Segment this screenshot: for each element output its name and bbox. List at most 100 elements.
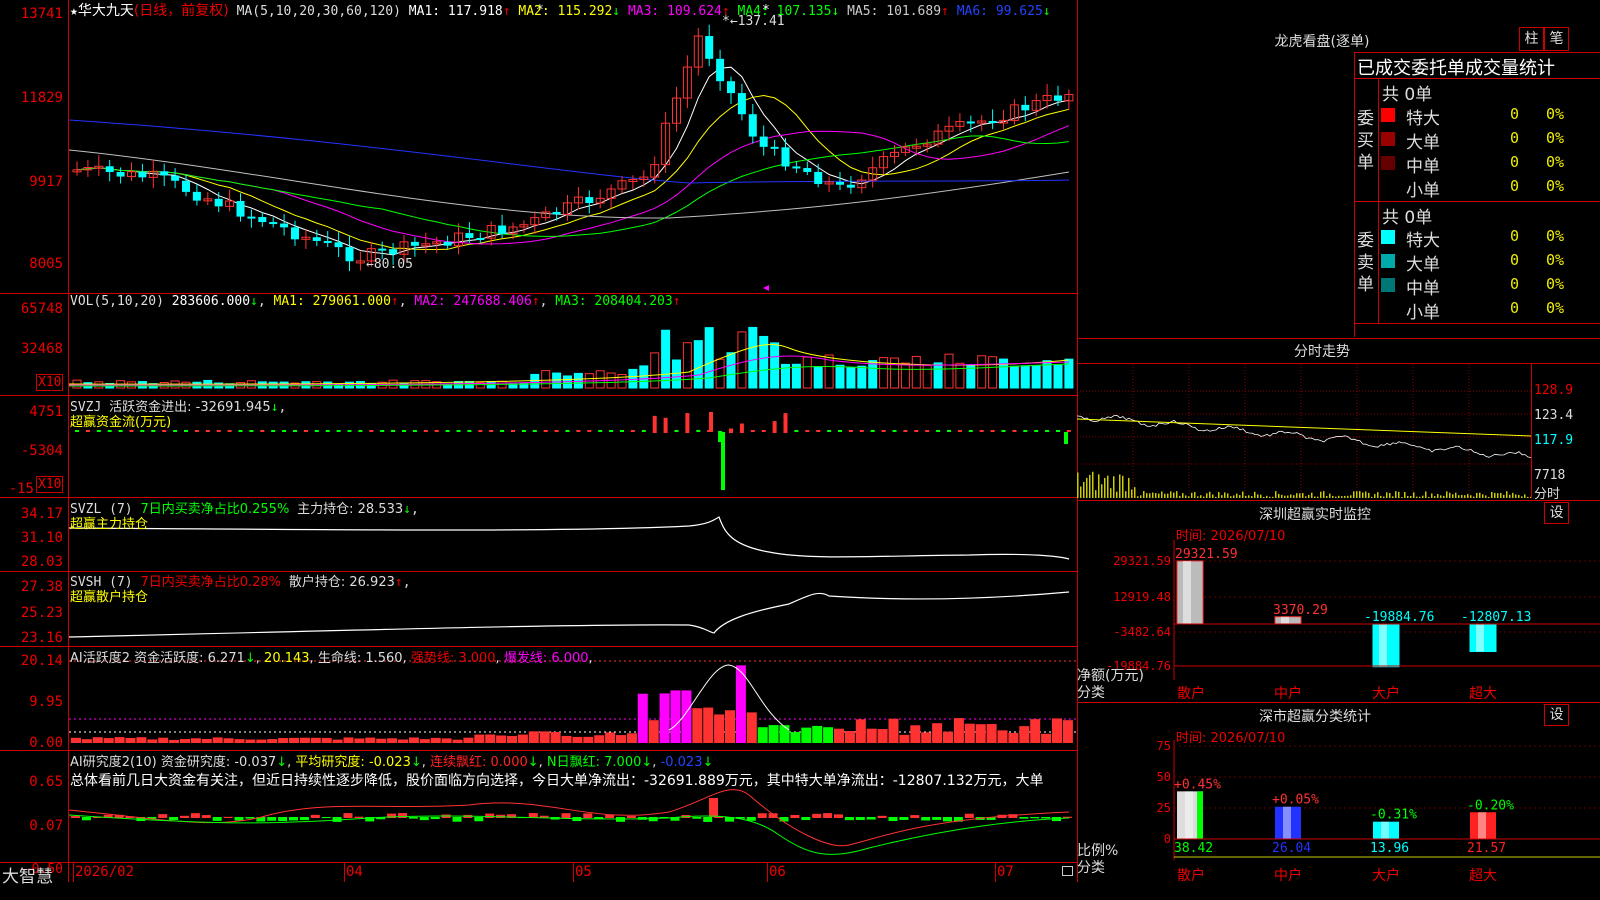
bar-view-button[interactable]: 柱 [1519, 27, 1544, 51]
x10-badge[interactable]: X10 [36, 374, 64, 391]
intraday-vol [1491, 491, 1493, 498]
classify-value: 26.04 [1272, 841, 1311, 856]
flow-bar [990, 430, 995, 432]
research-bar [964, 813, 974, 818]
intraday-vol [1464, 495, 1466, 498]
activity-bar [299, 737, 310, 743]
volume-bar [1009, 365, 1019, 389]
volume-bar [541, 370, 551, 389]
date-label: 2026/02 [75, 864, 135, 880]
classify-settings-button[interactable]: 设 [1544, 704, 1569, 726]
ma-line [76, 94, 1070, 250]
activity-bar [81, 739, 92, 743]
classify-delta: +0.45% [1174, 777, 1221, 792]
activity-bar [158, 737, 169, 743]
flow-bar [947, 430, 951, 432]
tick-view-button[interactable]: 笔 [1544, 27, 1569, 51]
classify-bar-accent [1197, 791, 1203, 839]
lock-icon[interactable] [1062, 866, 1073, 876]
candle-body [280, 223, 289, 228]
volume-bar [770, 342, 780, 389]
intraday-vol [1392, 496, 1394, 498]
ma-item: MA4: 107.135↓ [737, 4, 840, 19]
intraday-vol [1122, 475, 1124, 498]
intraday-vol [1440, 495, 1442, 498]
intraday-vol [1257, 494, 1259, 498]
intraday-vol [1182, 493, 1184, 498]
svzj-subtitle: 超赢资金流(万元) [70, 415, 172, 430]
classify-axis-label: 50 [1157, 770, 1171, 784]
monitor-bar-group: 3370.29 [1273, 603, 1328, 625]
monitor-settings-button[interactable]: 设 [1544, 502, 1569, 524]
research-bar [616, 817, 625, 822]
research-bar [921, 817, 931, 821]
kline-chart-area[interactable] [69, 0, 1077, 862]
intraday-vol [1206, 493, 1208, 498]
intraday-vol [1107, 475, 1109, 498]
intraday-vol [1167, 493, 1169, 498]
sell-row-label: 中单 [1406, 279, 1440, 299]
stock-name[interactable]: 华大九天 [78, 3, 134, 19]
intraday-vol [1080, 486, 1082, 498]
intraday-vol [1326, 496, 1328, 498]
intraday-vol [1515, 494, 1517, 498]
flow-bar [685, 413, 690, 433]
flow-bar [838, 430, 842, 432]
activity-bar [452, 739, 463, 743]
candle-body [236, 200, 245, 217]
ai1-header: AI活跃度2 资金活跃度: 6.271↓, 20.143, 生命线: 1.560… [70, 651, 593, 666]
lhb-tabs[interactable]: 已成交委托单成交量统计 [1357, 54, 1555, 80]
intraday-vol [1353, 491, 1355, 498]
intraday-vol [1200, 495, 1202, 498]
intraday-vol [1242, 491, 1244, 498]
fenshi-axis: 117.9 [1534, 433, 1574, 448]
activity-bar [605, 732, 616, 743]
flow-bar [75, 430, 79, 432]
intraday-vol [1335, 496, 1337, 498]
period-mode[interactable]: (日线，前复权) [134, 3, 229, 19]
activity-bar [910, 725, 921, 743]
research-bar [943, 817, 952, 822]
ma-item: MA5: 101.689↑ [847, 4, 949, 19]
intraday-avg [1077, 418, 1532, 437]
intraday-vol [1101, 484, 1103, 498]
classify-axis-label: 25 [1157, 801, 1171, 815]
fenshi-axis: 7718 [1534, 468, 1566, 483]
intraday-vol [1083, 481, 1085, 498]
svsh-axis-label: 25.23 [20, 605, 63, 621]
intraday-vol [1224, 492, 1226, 498]
flow-bar [445, 430, 450, 432]
intraday-vol [1350, 495, 1352, 498]
research-bar [180, 815, 189, 818]
activity-bar [921, 732, 932, 743]
intraday-vol [1488, 496, 1490, 498]
activity-bar [507, 735, 517, 743]
intraday-vol [1341, 496, 1343, 498]
intraday-vol [1521, 496, 1523, 498]
ma-item: MA6: 99.625↓ [956, 4, 1051, 19]
svsh-line [69, 591, 1070, 638]
activity-bar [376, 738, 387, 743]
intraday-vol [1185, 495, 1187, 498]
activity-bar [485, 734, 496, 743]
flow-bar [194, 430, 199, 432]
activity-bar [1062, 720, 1073, 743]
x10-badge[interactable]: X10 [36, 476, 64, 493]
volume-bar [977, 355, 987, 389]
intraday-vol [1272, 496, 1274, 498]
sell-row-pct: 0% [1546, 299, 1565, 317]
flow-bar [816, 430, 821, 432]
intraday-vol [1146, 493, 1148, 498]
flow-bar [761, 430, 766, 432]
activity-bar [310, 737, 321, 743]
volume-bar [617, 373, 627, 389]
intraday-vol [1212, 494, 1214, 498]
intraday-chart[interactable] [1077, 364, 1532, 499]
volume-bar [868, 360, 878, 389]
candle-body [443, 241, 452, 246]
activity-bar [201, 738, 212, 743]
ma-line [76, 66, 1069, 256]
activity-bar [648, 720, 659, 743]
brand-label[interactable]: 大智慧 [2, 862, 53, 887]
intraday-vol [1359, 491, 1361, 498]
